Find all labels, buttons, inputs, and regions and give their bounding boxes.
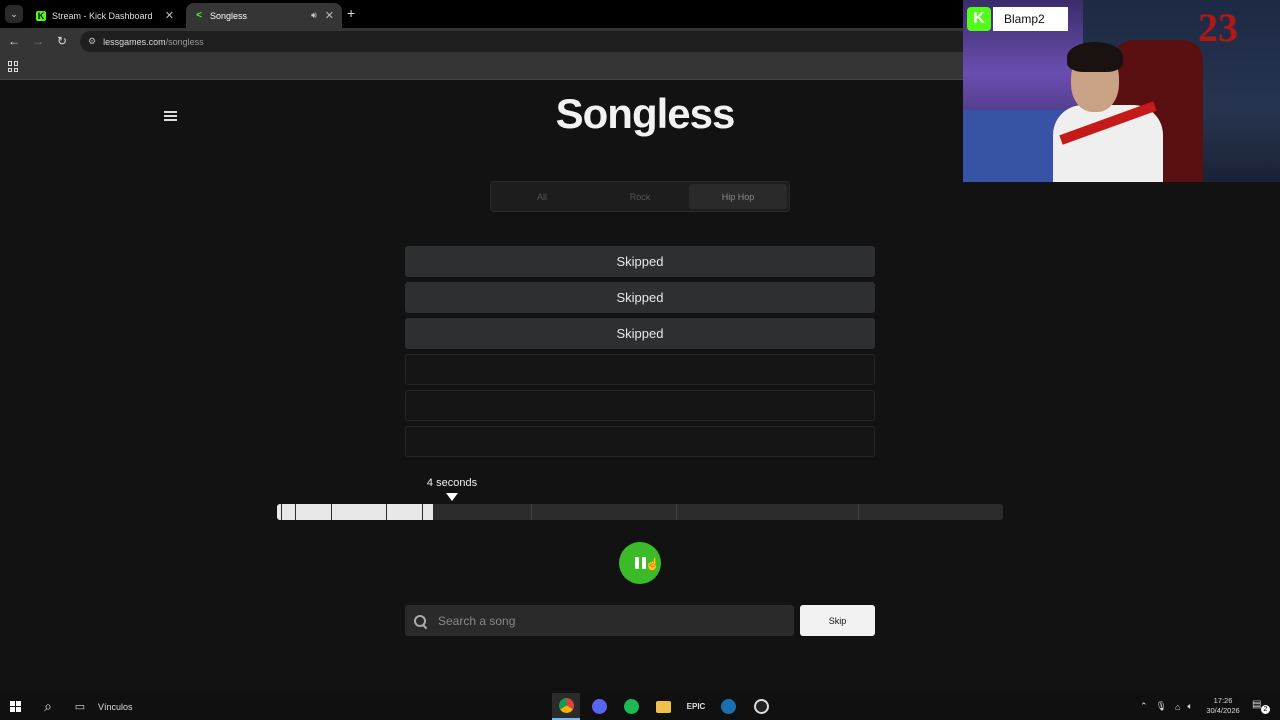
unlocked-duration-label: 4 seconds <box>426 477 478 489</box>
genre-tab-hip-hop[interactable]: Hip Hop <box>689 184 787 209</box>
plus-icon: + <box>347 5 356 21</box>
genre-selector: All Rock Hip Hop <box>490 181 790 212</box>
guess-row-6 <box>405 426 875 457</box>
song-progress-bar[interactable] <box>277 504 1003 520</box>
volume-icon[interactable]: 🔈︎ <box>1187 701 1192 712</box>
notification-count-badge: 2 <box>1261 705 1270 714</box>
tab-title: Stream - Kick Dashboard <box>52 10 153 21</box>
guess-row-4 <box>405 354 875 385</box>
task-view-icon[interactable]: ▭ <box>70 693 90 720</box>
genre-tab-rock[interactable]: Rock <box>591 184 689 209</box>
clock-date: 30/4/2026 <box>1206 706 1240 715</box>
steam-logo <box>720 699 736 714</box>
apps-grid-icon[interactable] <box>8 61 19 72</box>
forward-button[interactable]: → <box>29 32 47 50</box>
links-toolbar[interactable]: Vínculos <box>98 693 133 720</box>
guess-row-2: Skipped <box>405 282 875 313</box>
tab-kick-dashboard[interactable]: K Stream - Kick Dashboard ✕ <box>28 3 182 28</box>
webcam-overlay: 23 K Blamp2 <box>963 0 1280 182</box>
new-tab-button[interactable]: + <box>347 5 355 21</box>
webcam-hair <box>1067 42 1123 72</box>
timeline-segment-divider <box>858 504 859 520</box>
system-clock[interactable]: 17:26 30/4/2026 <box>1198 696 1248 716</box>
timeline-segment-divider <box>386 504 387 520</box>
tab-search-button[interactable]: ⌄ <box>5 5 23 23</box>
tab-title: Songless <box>210 10 248 21</box>
song-search-box[interactable] <box>405 605 794 636</box>
guess-row-3: Skipped <box>405 318 875 349</box>
obs-icon[interactable] <box>747 693 775 720</box>
spotify-logo <box>623 699 639 714</box>
site-logo: Songless <box>555 90 736 137</box>
epic-games-icon[interactable]: EPIC <box>682 693 710 720</box>
screen: ⌄ K Stream - Kick Dashboard ✕ < Songless… <box>0 0 1280 720</box>
mouse-pointer-icon: ☝ <box>645 557 660 571</box>
search-icon[interactable]: ⌕ <box>38 693 58 720</box>
skip-button[interactable]: Skip <box>800 605 875 636</box>
tab-songless[interactable]: < Songless 🔊︎ ✕ <box>186 3 342 28</box>
played-progress <box>277 504 433 520</box>
discord-logo <box>591 699 607 714</box>
chrome-icon[interactable] <box>552 693 580 720</box>
song-search-input[interactable] <box>438 613 768 628</box>
arrow-right-icon: → <box>32 34 44 48</box>
url-host: lessgames.com <box>103 36 166 47</box>
url-path: /songless <box>165 36 204 47</box>
menu-icon[interactable] <box>164 111 177 121</box>
system-tray: ⌃ 🎙︎ ⌂ 🔈︎ <box>1140 693 1193 720</box>
reload-button[interactable]: ↻ <box>53 32 71 50</box>
close-tab-icon[interactable]: ✕ <box>165 9 174 22</box>
timeline-segment-divider <box>281 504 282 520</box>
timeline-segment-divider <box>295 504 296 520</box>
address-bar[interactable]: ⚙ lessgames.com/songless <box>80 31 970 52</box>
chevron-up-icon[interactable]: ⌃ <box>1140 701 1148 712</box>
search-icon <box>414 614 426 627</box>
arrow-left-icon: ← <box>8 34 20 48</box>
back-button[interactable]: ← <box>5 32 23 50</box>
chrome-logo <box>558 698 574 713</box>
kick-icon: K <box>36 10 46 21</box>
steam-icon[interactable] <box>714 693 742 720</box>
pause-icon <box>634 557 646 569</box>
obs-logo <box>753 699 769 714</box>
chevron-down-icon: ⌄ <box>10 8 18 19</box>
timeline-segment-divider <box>331 504 332 520</box>
discord-icon[interactable] <box>585 693 613 720</box>
reload-icon: ↻ <box>56 34 68 48</box>
epic-logo: EPIC <box>686 702 706 711</box>
network-icon[interactable]: ⌂ <box>1175 702 1180 712</box>
kick-logo-icon: K <box>967 7 991 31</box>
spotify-icon[interactable] <box>617 693 645 720</box>
file-explorer-icon[interactable] <box>649 693 677 720</box>
windows-start-icon[interactable] <box>10 701 21 712</box>
folder-logo <box>655 700 671 713</box>
timeline-segment-divider <box>531 504 532 520</box>
timeline-segment-divider <box>422 504 423 520</box>
site-info-icon[interactable]: ⚙ <box>88 36 96 47</box>
guess-row-1: Skipped <box>405 246 875 277</box>
duration-marker-icon <box>446 493 458 501</box>
webcam-wall-decor: 23 <box>1198 5 1238 50</box>
microphone-icon[interactable]: 🎙︎ <box>1156 701 1167 712</box>
close-tab-icon[interactable]: ✕ <box>325 9 334 22</box>
guess-row-5 <box>405 390 875 421</box>
songless-icon: < <box>196 10 202 21</box>
genre-tab-all[interactable]: All <box>493 184 591 209</box>
clock-time: 17:26 <box>1213 696 1233 705</box>
windows-taskbar: ⌕ ▭ Vínculos EPIC ⌃ 🎙︎ ⌂ 🔈︎ 17:26 30/4/2… <box>0 693 1280 720</box>
timeline-segment-divider <box>676 504 677 520</box>
speaker-icon[interactable]: 🔊︎ <box>311 10 317 21</box>
streamer-name: Blamp2 <box>993 7 1068 31</box>
